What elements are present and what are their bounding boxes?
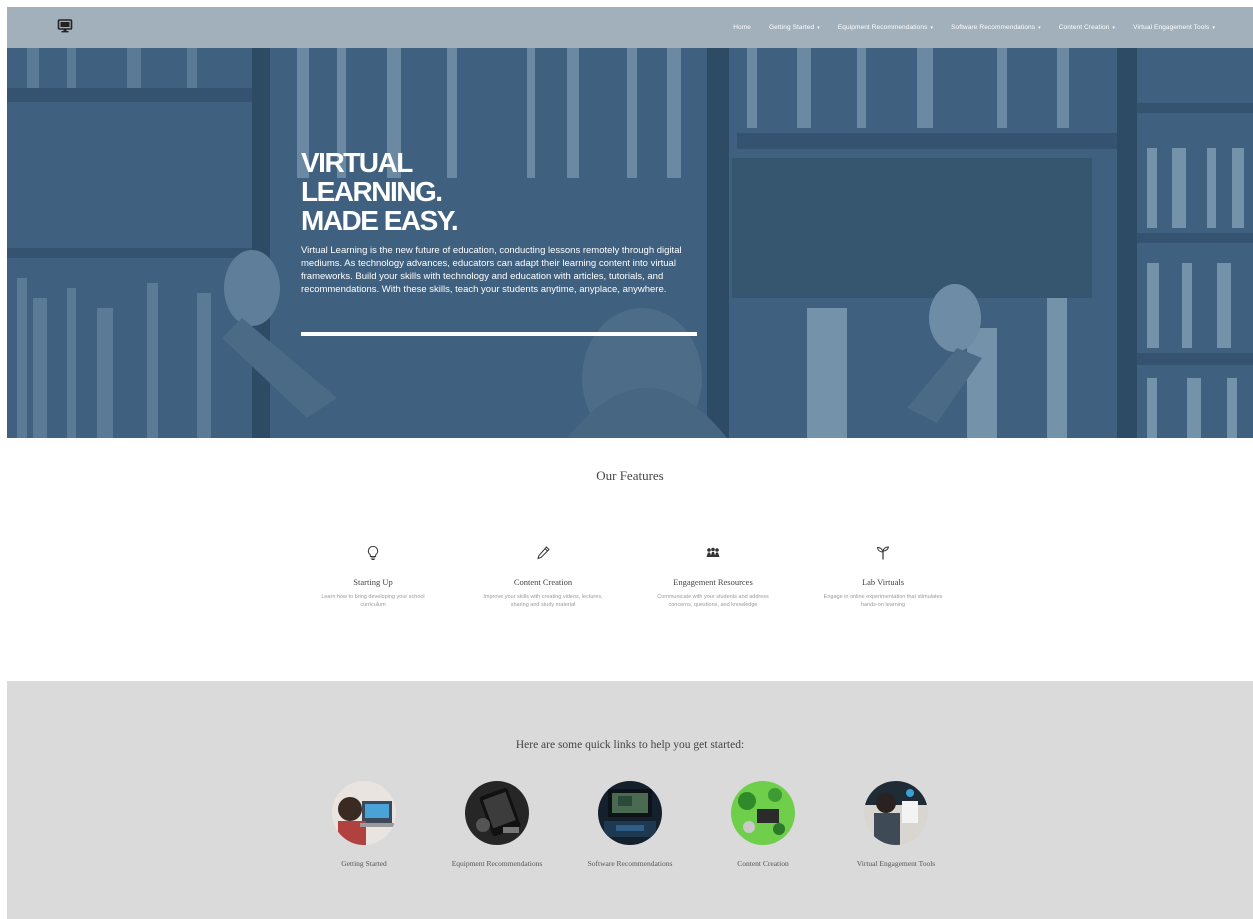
hero-text: VIRTUAL LEARNING. MADE EASY. Virtual Lea… (301, 148, 701, 296)
student-laptop-photo (332, 781, 396, 845)
hero-title: VIRTUAL LEARNING. MADE EASY. (301, 147, 459, 236)
feature-name: Engagement Resources (673, 577, 753, 587)
chevron-down-icon: ▾ (930, 25, 934, 31)
quick-link-label: Getting Started (341, 859, 387, 868)
feature-name: Starting Up (353, 577, 393, 587)
quick-link-content-creation[interactable]: Content Creation (688, 781, 838, 868)
feature-content-creation: Content Creation Improve your skills wit… (473, 545, 613, 609)
quick-link-label: Content Creation (737, 859, 789, 868)
features-title: Our Features (596, 468, 664, 483)
quick-link-equipment-recommendations[interactable]: Equipment Recommendations (422, 781, 572, 868)
feature-description: Improve your skills with creating videos… (483, 594, 603, 608)
chevron-down-icon: ▾ (1112, 25, 1116, 31)
features-grid: Starting Up Learn how to bring developin… (7, 545, 1253, 655)
quick-link-virtual-engagement-tools[interactable]: Virtual Engagement Tools (821, 781, 971, 868)
feature-engagement-resources: Engagement Resources Communicate with yo… (643, 545, 783, 609)
nav-item-content-creation[interactable]: Content Creation ▾ (1059, 24, 1115, 31)
monitor-icon[interactable] (57, 18, 73, 34)
group-icon (706, 547, 720, 557)
feature-name: Content Creation (513, 577, 573, 587)
laptop-screen-photo (598, 781, 662, 845)
quick-link-label: Software Recommendations (587, 859, 673, 868)
nav-item-virtual-engagement-tools[interactable]: Virtual Engagement Tools ▾ (1133, 24, 1215, 31)
video-call-photo (864, 781, 928, 845)
feature-starting-up: Starting Up Learn how to bring developin… (303, 545, 443, 609)
quick-link-getting-started[interactable]: Getting Started (289, 781, 439, 868)
green-desk-photo (731, 781, 795, 845)
hero-underline-bar (301, 332, 697, 336)
quick-link-label: Equipment Recommendations (451, 859, 543, 868)
lightbulb-icon (367, 545, 379, 560)
feature-lab-virtuals: Lab Virtuals Engage in online experiment… (813, 545, 953, 609)
chevron-down-icon: ▾ (1038, 25, 1041, 31)
feature-name: Lab Virtuals (861, 577, 905, 587)
quick-links-section: Here are some quick links to help you ge… (7, 681, 1253, 919)
quick-links-title: Here are some quick links to help you ge… (515, 739, 745, 751)
quick-link-software-recommendations[interactable]: Software Recommendations (555, 781, 705, 868)
nav-menu: Home Getting Started ▾ Equipment Recommen… (733, 7, 1215, 48)
tablet-headphones-photo (465, 781, 529, 845)
feature-description: Communicate with your students and addre… (657, 594, 769, 608)
feature-description: Learn how to bring developing your schoo… (321, 594, 425, 608)
hero-description: Virtual Learning is the new future of ed… (301, 245, 682, 295)
chevron-down-icon: ▾ (1212, 25, 1215, 31)
page: Home Getting Started ▾ Equipment Recommen… (7, 7, 1253, 919)
hero-banner: VIRTUAL LEARNING. MADE EASY. Virtual Lea… (7, 48, 1253, 438)
chevron-down-icon: ▾ (817, 25, 820, 31)
feature-description: Engage in online experimentation that st… (823, 594, 943, 608)
nav-item-software-recommendations[interactable]: Software Recommendations ▾ (951, 24, 1041, 31)
sprout-icon (876, 546, 890, 560)
quick-link-label: Virtual Engagement Tools (856, 859, 936, 868)
pencil-icon (537, 546, 550, 560)
nav-item-equipment-recommendations[interactable]: Equipment Recommendations ▾ (838, 24, 933, 31)
nav-item-getting-started[interactable]: Getting Started ▾ (769, 24, 820, 31)
navbar: Home Getting Started ▾ Equipment Recommen… (7, 7, 1253, 48)
nav-item-home[interactable]: Home (733, 24, 751, 31)
